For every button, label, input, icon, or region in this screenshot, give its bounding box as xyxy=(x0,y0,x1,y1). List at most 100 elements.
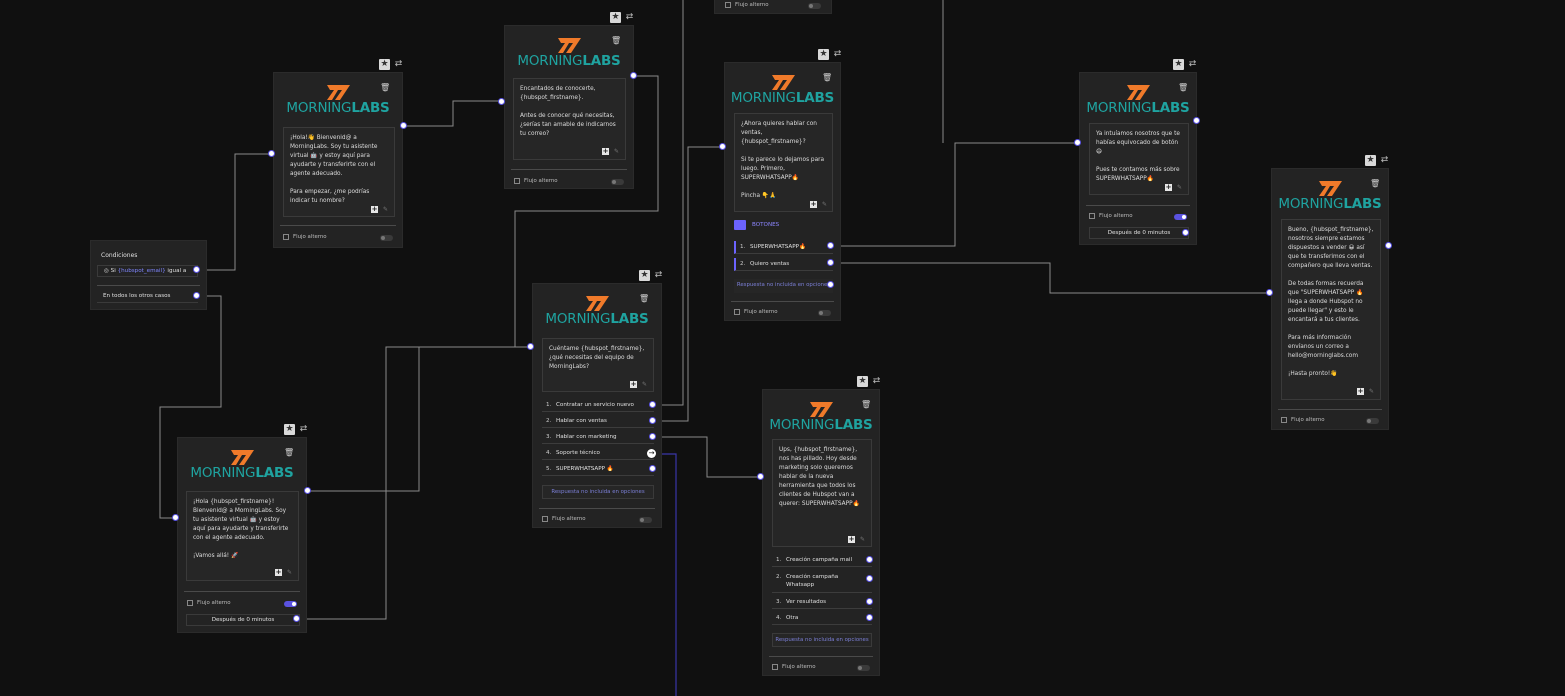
node-bueno[interactable]: 🗑 MORNINGLABS Bueno, {hubspot_firstname}… xyxy=(1271,168,1389,430)
node-cuentame[interactable]: 🗑 MORNINGLABS Cuéntame {hubspot_firstnam… xyxy=(532,283,662,528)
output-port[interactable] xyxy=(1193,117,1200,124)
option-item[interactable]: 5. SUPERWHATSAPP 🔥 xyxy=(542,463,654,476)
output-port[interactable] xyxy=(649,401,656,408)
node-hola[interactable]: 🗑 MORNINGLABS ¡Hola!👋 Bienvenid@ a Morni… xyxy=(273,72,403,248)
message-text[interactable]: Cuéntame {hubspot_firstname}, ¿qué neces… xyxy=(542,338,654,392)
message-text[interactable]: Bueno, {hubspot_firstname}, nosotros sie… xyxy=(1281,219,1381,400)
output-port[interactable] xyxy=(400,122,407,129)
output-port[interactable] xyxy=(827,281,834,288)
node-ups[interactable]: 🗑 MORNINGLABS Ups, {hubspot_firstname}, … xyxy=(762,389,880,676)
flow-alt-toggle[interactable] xyxy=(284,601,297,607)
flow-alt-toggle[interactable] xyxy=(1366,418,1379,424)
flow-alt-toggle[interactable] xyxy=(611,179,624,185)
output-port[interactable] xyxy=(827,259,834,266)
button-item[interactable]: 2. Quiero ventas xyxy=(734,258,833,271)
node-conditions[interactable]: Condiciones ◎ Si {hubspot_email} igual a… xyxy=(90,240,207,310)
output-port[interactable] xyxy=(193,292,200,299)
flow-canvas[interactable]: Flujo alterno Condiciones ◎ Si {hubspot_… xyxy=(0,0,1565,696)
node-encantados[interactable]: 🗑 MORNINGLABS Encantados de conocerte, {… xyxy=(504,25,634,189)
add-icon[interactable]: + xyxy=(371,206,378,213)
output-port[interactable] xyxy=(1182,229,1189,236)
output-port[interactable] xyxy=(866,614,873,621)
button-item[interactable]: 1. SUPERWHATSAPP🔥 xyxy=(734,241,833,254)
option-item[interactable]: 1. Creación campaña mail xyxy=(772,554,872,567)
output-port[interactable] xyxy=(193,266,200,273)
edit-icon[interactable]: ✎ xyxy=(287,569,292,576)
edit-icon[interactable]: ✎ xyxy=(383,206,388,213)
star-icon[interactable]: ★ xyxy=(857,375,868,387)
message-text[interactable]: Ups, {hubspot_firstname}, nos has pillad… xyxy=(772,439,872,547)
edit-icon[interactable]: ✎ xyxy=(1177,184,1182,191)
flow-alt-checkbox[interactable] xyxy=(1089,213,1095,219)
edit-icon[interactable]: ✎ xyxy=(642,381,647,388)
swap-icon[interactable]: ⇄ xyxy=(394,59,403,70)
edit-icon[interactable]: ✎ xyxy=(1369,388,1374,395)
star-icon[interactable]: ★ xyxy=(284,423,295,435)
flow-alt-checkbox[interactable] xyxy=(734,309,740,315)
option-item[interactable]: 2. Hablar con ventas xyxy=(542,415,654,428)
no-option-response[interactable]: Respuesta no incluida en opciones xyxy=(542,485,654,499)
node-partial-top[interactable]: Flujo alterno xyxy=(714,0,832,14)
flow-alt-checkbox[interactable] xyxy=(1281,417,1287,423)
output-port[interactable] xyxy=(866,556,873,563)
output-port[interactable] xyxy=(649,433,656,440)
message-text[interactable]: Encantados de conocerte, {hubspot_firstn… xyxy=(513,78,626,160)
flow-alt-checkbox[interactable] xyxy=(772,664,778,670)
condition-else-row[interactable]: En todos los otros casos xyxy=(97,291,198,303)
add-icon[interactable]: + xyxy=(848,536,855,543)
flow-alt-checkbox[interactable] xyxy=(725,2,731,8)
flow-alt-toggle[interactable] xyxy=(639,517,652,523)
input-port[interactable] xyxy=(268,150,275,157)
message-text[interactable]: Ya intuíamos nosotros que te habías equi… xyxy=(1089,123,1189,195)
output-port[interactable] xyxy=(1385,242,1392,249)
output-port[interactable] xyxy=(866,575,873,582)
option-item[interactable]: 3. Ver resultados xyxy=(772,596,872,609)
output-port[interactable] xyxy=(304,487,311,494)
flow-alt-checkbox[interactable] xyxy=(187,600,193,606)
input-port[interactable] xyxy=(172,514,179,521)
node-hola-2[interactable]: 🗑 MORNINGLABS ¡Hola {hubspot_firstname}!… xyxy=(177,437,307,633)
message-text[interactable]: ¿Ahora quieres hablar con ventas, {hubsp… xyxy=(734,113,833,212)
flow-alt-checkbox[interactable] xyxy=(283,234,289,240)
star-icon[interactable]: ★ xyxy=(1365,154,1376,166)
output-port[interactable] xyxy=(630,72,637,79)
no-option-response[interactable]: Respuesta no incluida en opciones xyxy=(772,633,872,647)
swap-icon[interactable]: ⇄ xyxy=(872,376,881,387)
add-icon[interactable]: + xyxy=(602,148,609,155)
option-item[interactable]: 1. Contratar un servicio nuevo xyxy=(542,399,654,412)
edit-icon[interactable]: ✎ xyxy=(822,201,827,208)
swap-icon[interactable]: ⇄ xyxy=(1380,155,1389,166)
add-icon[interactable]: + xyxy=(810,201,817,208)
add-icon[interactable]: + xyxy=(630,381,637,388)
node-intuiamos[interactable]: 🗑 MORNINGLABS Ya intuíamos nosotros que … xyxy=(1079,72,1197,245)
flow-alt-checkbox[interactable] xyxy=(514,178,520,184)
flow-alt-toggle[interactable] xyxy=(380,235,393,241)
message-text[interactable]: ¡Hola {hubspot_firstname}! Bienvenid@ a … xyxy=(186,491,299,581)
input-port[interactable] xyxy=(498,98,505,105)
add-icon[interactable]: + xyxy=(275,569,282,576)
output-port[interactable] xyxy=(866,598,873,605)
add-icon[interactable]: + xyxy=(1165,184,1172,191)
output-port[interactable] xyxy=(649,465,656,472)
star-icon[interactable]: ★ xyxy=(818,48,829,60)
star-icon[interactable]: ★ xyxy=(1173,58,1184,70)
star-icon[interactable]: ★ xyxy=(379,58,390,70)
edit-icon[interactable]: ✎ xyxy=(860,536,865,543)
flow-alt-toggle[interactable] xyxy=(808,3,821,9)
output-port[interactable] xyxy=(649,417,656,424)
input-port[interactable] xyxy=(527,343,534,350)
swap-icon[interactable]: ⇄ xyxy=(625,12,634,23)
no-option-response[interactable]: Respuesta no incluida en opciones xyxy=(734,279,833,293)
delay-row[interactable]: Después de 0 minutos xyxy=(1089,227,1189,239)
output-port[interactable] xyxy=(827,242,834,249)
arrow-right-icon[interactable]: → xyxy=(647,449,656,458)
input-port[interactable] xyxy=(1074,139,1081,146)
swap-icon[interactable]: ⇄ xyxy=(299,424,308,435)
option-item[interactable]: 3. Hablar con marketing xyxy=(542,431,654,444)
flow-alt-toggle[interactable] xyxy=(818,310,831,316)
flow-alt-toggle[interactable] xyxy=(1174,214,1187,220)
delay-row[interactable]: Después de 0 minutos xyxy=(186,614,300,626)
option-item[interactable]: 2. Creación campaña Whatsapp xyxy=(772,571,872,593)
node-ventas[interactable]: 🗑 MORNINGLABS ¿Ahora quieres hablar con … xyxy=(724,62,841,321)
edit-icon[interactable]: ✎ xyxy=(614,148,619,155)
